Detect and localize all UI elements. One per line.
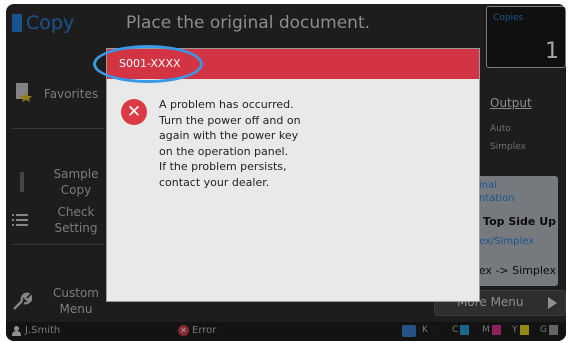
- error-x-icon: ✕: [121, 99, 147, 125]
- error-message-line: A problem has occurred.: [159, 98, 294, 111]
- error-message-line: again with the power key: [159, 129, 299, 142]
- error-code-highlight: [93, 45, 203, 83]
- error-message-line: on the operation panel.: [159, 144, 289, 158]
- copy-screen: Copy Place the original document. Copies…: [6, 4, 566, 341]
- error-message: A problem has occurred. Turn the power o…: [159, 97, 459, 190]
- error-message-line: If the problem persists,: [159, 160, 287, 173]
- error-dialog: S001-XXXX ✕ A problem has occurred. Turn…: [93, 45, 480, 302]
- error-message-line: Turn the power off and on: [159, 113, 301, 127]
- error-message-line: contact your dealer.: [159, 175, 270, 189]
